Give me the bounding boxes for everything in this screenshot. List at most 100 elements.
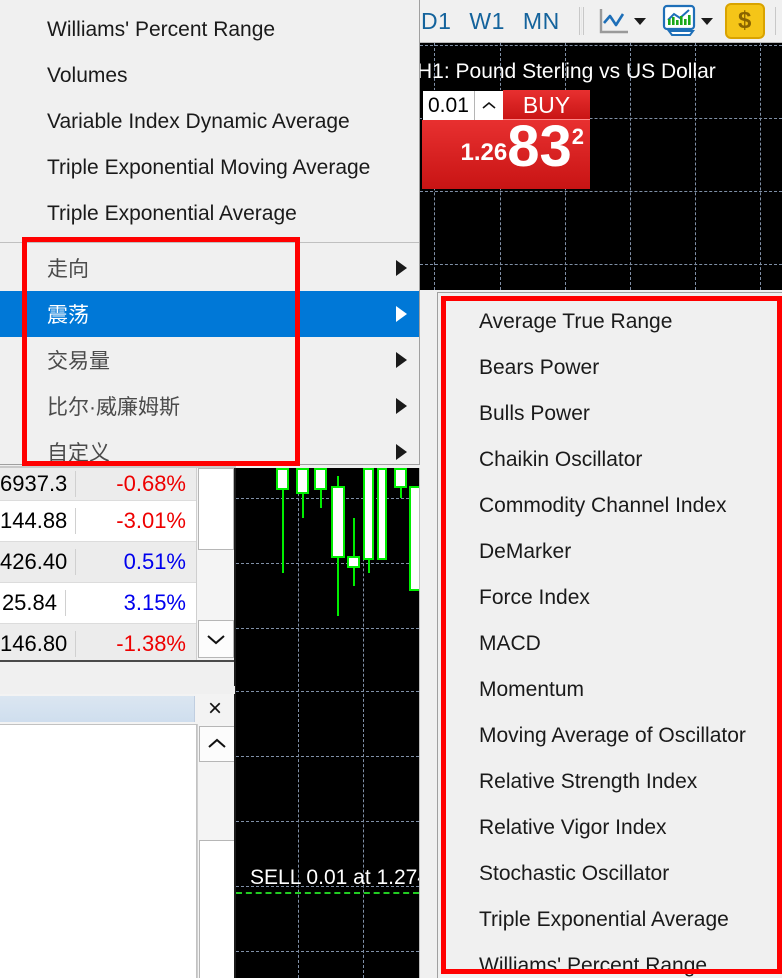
candlestick (296, 468, 309, 518)
submenu-item-relative-vigor-index[interactable]: Relative Vigor Index (438, 805, 782, 851)
chart-type-dropdown-caret[interactable] (633, 17, 646, 25)
lot-increase-button[interactable] (473, 91, 503, 121)
timeframe-mn[interactable]: MN (514, 8, 569, 35)
chevron-up-icon (482, 101, 496, 109)
submenu-item-macd[interactable]: MACD (438, 621, 782, 667)
row-price: 146.80 (0, 631, 77, 657)
menu-item-label: 交易量 (47, 350, 110, 373)
chart-right-gutter (419, 468, 437, 978)
grid-line (236, 628, 419, 629)
table-row[interactable]: 146.80 -1.38% (0, 624, 196, 660)
price-fraction-digit: 2 (571, 124, 584, 149)
chart-canvas-main[interactable]: SELL 0.01 at 1.2746 (236, 468, 419, 978)
menu-item-volumes[interactable]: Volumes (0, 53, 419, 99)
submenu-item-label: Bulls Power (479, 402, 590, 425)
submenu-item-commodity-channel-index[interactable]: Commodity Channel Index (438, 483, 782, 529)
market-watch-scrollbar[interactable] (196, 468, 235, 660)
candle-body (331, 486, 345, 558)
scrollbar-thumb[interactable] (199, 840, 235, 978)
menu-category-volumes[interactable]: 交易量 (0, 337, 419, 383)
submenu-item-average-true-range[interactable]: Average True Range (438, 299, 782, 345)
menu-category-oscillators[interactable]: 震荡 (0, 291, 419, 337)
toolbar-separator (578, 7, 580, 35)
table-row[interactable]: 144.88 -3.01% (0, 501, 196, 542)
submenu-item-stochastic-oscillator[interactable]: Stochastic Oscillator (438, 851, 782, 897)
submenu-item-momentum[interactable]: Momentum (438, 667, 782, 713)
market-watch-footer (0, 662, 235, 686)
menu-item-williams-percent-range[interactable]: Williams' Percent Range (0, 7, 419, 53)
scrollbar-thumb[interactable] (198, 468, 234, 550)
submenu-item-bears-power[interactable]: Bears Power (438, 345, 782, 391)
grid-line (420, 45, 782, 46)
scroll-up-button[interactable] (199, 726, 235, 762)
submenu-item-label: Triple Exponential Average (479, 908, 729, 931)
submenu-item-label: Relative Strength Index (479, 770, 698, 793)
menu-category-trend[interactable]: 走向 (0, 245, 419, 291)
row-change: -3.01% (116, 508, 186, 533)
submenu-item-williams-percent-range[interactable]: Williams' Percent Range (438, 943, 782, 978)
row-price: 6937.3 (0, 471, 77, 497)
chevron-right-icon (396, 260, 407, 276)
sell-price-line (236, 892, 419, 894)
menu-item-label: Volumes (47, 64, 128, 87)
candlestick (409, 486, 419, 591)
indicators-dropdown-caret[interactable] (700, 17, 713, 25)
menu-top-padding (0, 0, 419, 7)
close-label: × (207, 695, 222, 722)
table-row[interactable]: 25.84 3.15% (0, 583, 196, 624)
candle-body (377, 468, 387, 560)
lot-size-stepper[interactable]: 0.01 (422, 90, 504, 122)
menu-item-triple-exponential-moving-average[interactable]: Triple Exponential Moving Average (0, 145, 419, 191)
grid-line (236, 563, 419, 564)
chevron-up-icon (208, 738, 226, 748)
menu-item-label: Triple Exponential Average (47, 202, 297, 225)
submenu-item-moving-average-of-oscillator[interactable]: Moving Average of Oscillator (438, 713, 782, 759)
submenu-item-demarker[interactable]: DeMarker (438, 529, 782, 575)
chevron-right-icon (396, 444, 407, 460)
toolbar-separator-right (774, 7, 776, 35)
submenu-item-label: Bears Power (479, 356, 600, 379)
table-row[interactable]: 6937.3 -0.68% (0, 468, 196, 501)
candle-body (296, 468, 309, 494)
timeframe-w1[interactable]: W1 (460, 8, 514, 35)
grid-line (236, 951, 419, 952)
grid-line (236, 821, 419, 822)
indicators-button[interactable] (658, 4, 715, 38)
candle-body (363, 468, 374, 560)
chart-right-border (419, 468, 420, 978)
buy-button[interactable]: BUY (503, 90, 590, 120)
menu-item-label: Triple Exponential Moving Average (47, 156, 371, 179)
submenu-item-triple-exponential-average[interactable]: Triple Exponential Average (438, 897, 782, 943)
chevron-right-icon (396, 306, 407, 322)
chart-type-button[interactable] (595, 6, 648, 36)
submenu-item-relative-strength-index[interactable]: Relative Strength Index (438, 759, 782, 805)
chevron-right-icon (396, 352, 407, 368)
candlestick (276, 468, 289, 573)
dollar-button-icon[interactable]: $ (724, 3, 765, 39)
buy-price-display[interactable]: 1.26 83 2 (422, 120, 590, 189)
market-watch-table[interactable]: 6937.3 -0.68% 144.88 -3.01% 426.40 0.51%… (0, 468, 197, 660)
table-row[interactable]: 426.40 0.51% (0, 542, 196, 583)
row-price: 426.40 (0, 549, 77, 575)
dollar-label: $ (738, 7, 752, 34)
bottom-panel-scrollbar[interactable] (197, 724, 236, 978)
candle-body (276, 468, 289, 490)
chart-toolbar: D1 W1 MN $ (420, 0, 782, 43)
menu-item-variable-index-dynamic-average[interactable]: Variable Index Dynamic Average (0, 99, 419, 145)
submenu-item-chaikin-oscillator[interactable]: Chaikin Oscillator (438, 437, 782, 483)
bottom-panel-tab[interactable] (0, 696, 195, 722)
submenu-item-label: Commodity Channel Index (479, 494, 727, 517)
menu-category-bill-williams[interactable]: 比尔·威廉姆斯 (0, 383, 419, 429)
candle-wick (352, 518, 355, 586)
submenu-item-bulls-power[interactable]: Bulls Power (438, 391, 782, 437)
scroll-down-button[interactable] (198, 620, 234, 658)
submenu-item-label: Moving Average of Oscillator (479, 724, 746, 747)
candle-body (409, 486, 419, 591)
bottom-panel-content[interactable] (0, 724, 197, 978)
close-icon[interactable]: × (195, 695, 235, 723)
candle-body (314, 468, 327, 490)
grid-line (420, 191, 782, 192)
lot-size-value[interactable]: 0.01 (423, 91, 474, 121)
submenu-item-force-index[interactable]: Force Index (438, 575, 782, 621)
menu-item-triple-exponential-average[interactable]: Triple Exponential Average (0, 191, 419, 237)
